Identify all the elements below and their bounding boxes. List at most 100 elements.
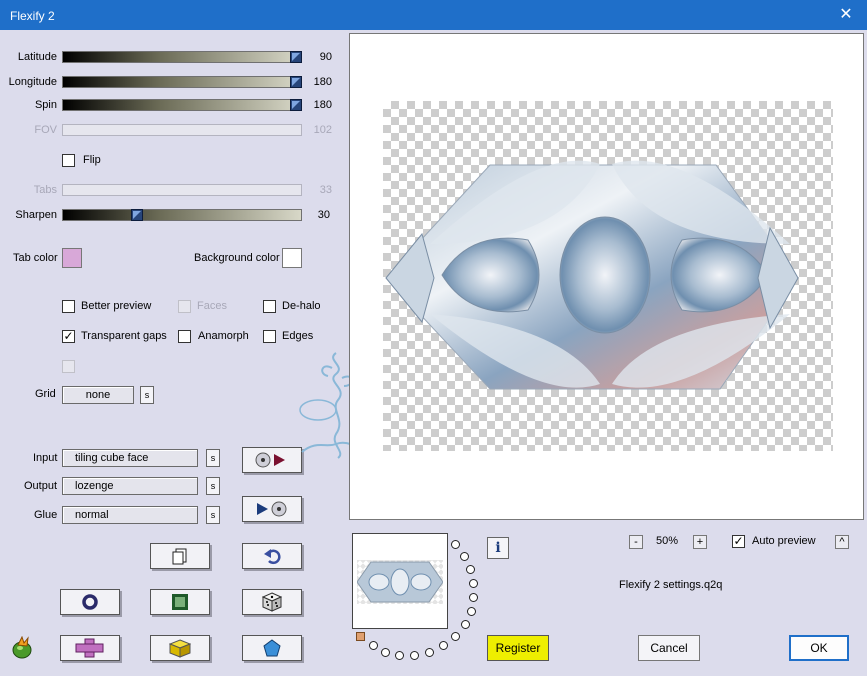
copy-button[interactable] bbox=[150, 543, 210, 569]
preview-pane[interactable] bbox=[349, 33, 864, 520]
window-title: Flexify 2 bbox=[10, 9, 55, 23]
cross-icon bbox=[75, 638, 104, 658]
glue-field[interactable]: normal bbox=[62, 506, 198, 524]
grid-field[interactable]: none bbox=[62, 386, 134, 404]
history-dot-9[interactable] bbox=[439, 641, 448, 650]
glue-s-button[interactable]: s bbox=[206, 506, 220, 524]
history-dot-13[interactable] bbox=[381, 648, 390, 657]
transparent-gaps-label: Transparent gaps bbox=[81, 330, 167, 342]
history-dot-10[interactable] bbox=[425, 648, 434, 657]
input-label: Input bbox=[33, 452, 58, 464]
spin-label: Spin bbox=[34, 99, 57, 111]
random-button[interactable] bbox=[242, 589, 302, 615]
cross-button[interactable] bbox=[60, 635, 120, 661]
cube-button[interactable] bbox=[150, 635, 210, 661]
sharpen-label: Sharpen bbox=[15, 209, 57, 221]
flexify-dialog: Flexify 2 ✕ Latitude 90 Longitude 180 Sp… bbox=[0, 0, 867, 676]
apply-input-button[interactable] bbox=[242, 447, 302, 473]
info-button[interactable]: i bbox=[487, 537, 509, 559]
tabs-value: 33 bbox=[319, 184, 332, 196]
history-dot-11[interactable] bbox=[410, 651, 419, 660]
latitude-slider[interactable] bbox=[62, 51, 302, 63]
frame-button[interactable] bbox=[150, 589, 210, 615]
ring-icon bbox=[82, 594, 98, 610]
spin-slider-thumb[interactable] bbox=[290, 99, 302, 111]
output-s-button[interactable]: s bbox=[206, 477, 220, 495]
cancel-button[interactable]: Cancel bbox=[638, 635, 700, 661]
output-field[interactable]: lozenge bbox=[62, 477, 198, 495]
sharpen-value: 30 bbox=[317, 209, 330, 221]
title-bar: Flexify 2 ✕ bbox=[0, 0, 867, 30]
output-label: Output bbox=[24, 480, 58, 492]
background-color-swatch[interactable] bbox=[282, 248, 302, 268]
dice-icon bbox=[262, 592, 282, 612]
apply-output-button[interactable] bbox=[242, 496, 302, 522]
edges-label: Edges bbox=[282, 330, 314, 342]
transparent-gaps-checkbox[interactable]: ✓ bbox=[62, 330, 75, 343]
disc-play-icon bbox=[255, 452, 285, 468]
cube-icon bbox=[169, 639, 191, 658]
history-dot-12[interactable] bbox=[395, 651, 404, 660]
tab-color-swatch[interactable] bbox=[62, 248, 82, 268]
register-button[interactable]: Register bbox=[487, 635, 549, 661]
latitude-slider-thumb[interactable] bbox=[290, 51, 302, 63]
history-dot-14[interactable] bbox=[369, 641, 378, 650]
fov-label: FOV bbox=[34, 124, 57, 136]
history-dot-5[interactable] bbox=[469, 593, 478, 602]
ok-button[interactable]: OK bbox=[789, 635, 849, 661]
undo-icon bbox=[264, 549, 281, 565]
input-s-button[interactable]: s bbox=[206, 449, 220, 467]
tabs-slider bbox=[62, 184, 302, 196]
ring-button[interactable] bbox=[60, 589, 120, 615]
tab-color-label: Tab color bbox=[13, 252, 58, 264]
history-dot-3[interactable] bbox=[466, 565, 475, 574]
faces-label: Faces bbox=[197, 300, 227, 312]
faces-checkbox bbox=[178, 300, 191, 313]
history-dot-7[interactable] bbox=[461, 620, 470, 629]
lozenge-preview-image bbox=[385, 160, 799, 390]
grid-label: Grid bbox=[35, 388, 56, 400]
zoom-out-button[interactable]: - bbox=[629, 535, 643, 549]
longitude-label: Longitude bbox=[8, 76, 57, 88]
frame-icon bbox=[172, 594, 188, 610]
pentagon-icon bbox=[263, 639, 281, 657]
history-dot-8[interactable] bbox=[451, 632, 460, 641]
auto-preview-label: Auto preview bbox=[752, 535, 816, 547]
flip-checkbox[interactable] bbox=[62, 154, 75, 167]
sharpen-slider[interactable] bbox=[62, 209, 302, 221]
background-color-label: Background color bbox=[194, 252, 280, 264]
glue-label: Glue bbox=[34, 509, 58, 521]
grid-s-button[interactable]: s bbox=[140, 386, 154, 404]
auto-preview-checkbox[interactable]: ✓ bbox=[732, 535, 745, 548]
better-preview-label: Better preview bbox=[81, 300, 152, 312]
preview-thumbnail[interactable] bbox=[352, 533, 448, 629]
anamorph-checkbox[interactable] bbox=[178, 330, 191, 343]
sharpen-slider-thumb[interactable] bbox=[131, 209, 143, 221]
polyhedron-button[interactable] bbox=[242, 635, 302, 661]
undo-button[interactable] bbox=[242, 543, 302, 569]
close-icon[interactable]: ✕ bbox=[835, 4, 857, 26]
spin-value: 180 bbox=[313, 99, 332, 111]
history-dot-6[interactable] bbox=[467, 607, 476, 616]
longitude-slider[interactable] bbox=[62, 76, 302, 88]
history-dot-1[interactable] bbox=[451, 540, 460, 549]
better-preview-checkbox[interactable] bbox=[62, 300, 75, 313]
history-dot-2[interactable] bbox=[460, 552, 469, 561]
expand-button[interactable]: ^ bbox=[835, 535, 849, 549]
copy-icon bbox=[172, 548, 187, 565]
tabs-label: Tabs bbox=[33, 184, 57, 196]
history-current-marker[interactable] bbox=[356, 632, 365, 641]
edges-checkbox[interactable] bbox=[263, 330, 276, 343]
settings-file-name: Flexify 2 settings.q2q bbox=[619, 579, 723, 591]
zoom-in-button[interactable]: + bbox=[693, 535, 707, 549]
de-halo-checkbox[interactable] bbox=[263, 300, 276, 313]
zoom-value: 50% bbox=[656, 535, 679, 547]
longitude-slider-thumb[interactable] bbox=[290, 76, 302, 88]
history-dot-4[interactable] bbox=[469, 579, 478, 588]
unlabeled-checkbox bbox=[62, 360, 75, 373]
anamorph-label: Anamorph bbox=[198, 330, 249, 342]
play-disc-icon bbox=[257, 501, 287, 517]
input-field[interactable]: tiling cube face bbox=[62, 449, 198, 467]
longitude-value: 180 bbox=[313, 76, 332, 88]
spin-slider[interactable] bbox=[62, 99, 302, 111]
